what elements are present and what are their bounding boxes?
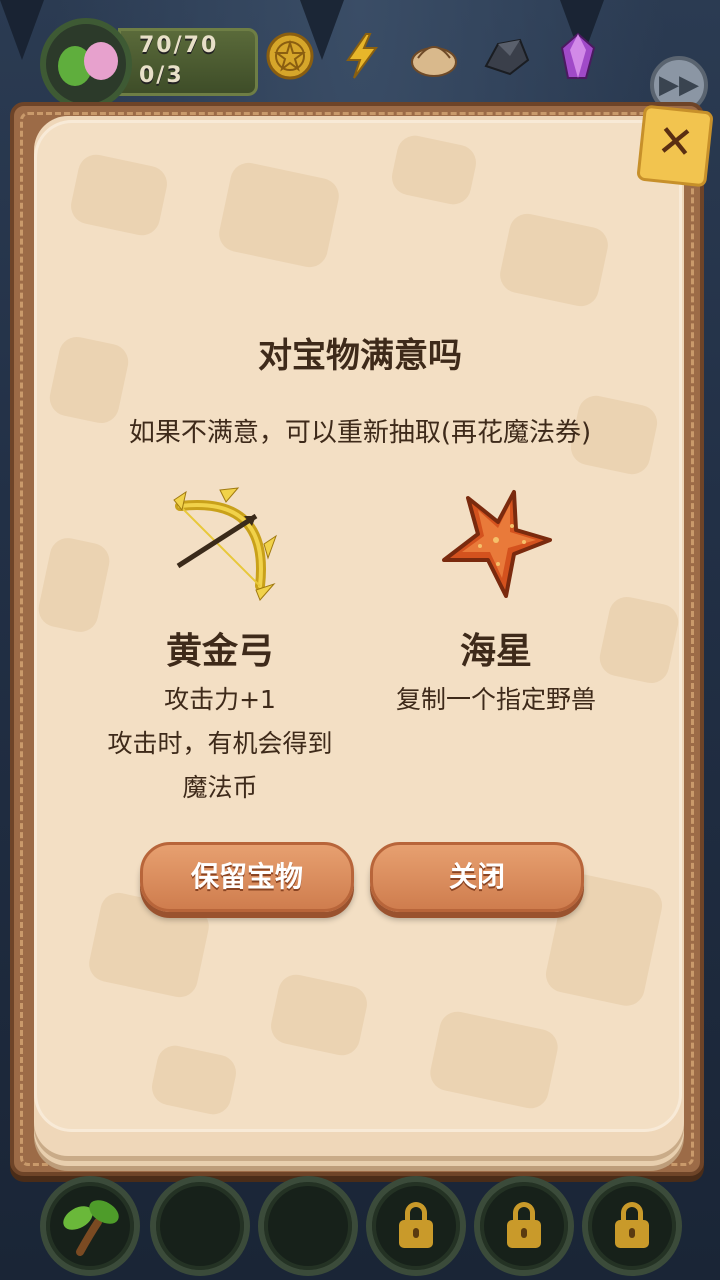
item-description: 复制一个指定野兽 (346, 678, 646, 722)
item-desc-line: 复制一个指定野兽 (395, 685, 596, 714)
hp-counter: 70/70 (139, 33, 219, 58)
pink-creature-icon (84, 42, 118, 80)
golden-bow-icon (173, 487, 277, 601)
avatar[interactable] (40, 18, 132, 110)
close-button[interactable]: 关闭 (370, 842, 584, 912)
inventory-slot-locked[interactable] (582, 1176, 682, 1276)
treasure-item-starfish: 海星 复制一个指定野兽 (346, 486, 646, 722)
crystal-icon[interactable] (552, 30, 604, 82)
item-description: 攻击力+1 攻击时，有机会得到 魔法币 (70, 678, 370, 810)
item-desc-line: 攻击时，有机会得到 (107, 729, 333, 758)
tree-silhouette (0, 0, 44, 60)
sprout-icon (63, 1200, 119, 1256)
inventory-slot-locked[interactable] (474, 1176, 574, 1276)
inventory-slot-sprout[interactable] (40, 1176, 140, 1276)
modal-subtitle: 如果不满意，可以重新抽取(再花魔法券) (128, 418, 592, 448)
stats-panel: 70/70 0/3 (118, 28, 258, 96)
progress-counter: 0/3 (139, 63, 184, 88)
inventory-slot-empty[interactable] (258, 1176, 358, 1276)
close-icon: ✕ (654, 115, 697, 170)
item-name: 海星 (459, 631, 532, 672)
item-name: 黄金弓 (165, 631, 274, 672)
close-modal-button[interactable]: ✕ (636, 104, 714, 188)
inventory-slot-locked[interactable] (366, 1176, 466, 1276)
keep-treasure-button[interactable]: 保留宝物 (140, 842, 354, 912)
ore-icon[interactable] (480, 30, 532, 82)
pentacle-coin-icon[interactable] (264, 30, 316, 82)
treasure-item-bow: 黄金弓 攻击力+1 攻击时，有机会得到 魔法币 (70, 486, 370, 810)
item-desc-line: 魔法币 (182, 773, 258, 802)
inventory-slot-empty[interactable] (150, 1176, 250, 1276)
dumpling-icon[interactable] (408, 30, 460, 82)
modal-title: 对宝物满意吗 (258, 336, 462, 376)
starfish-icon (442, 490, 552, 598)
item-desc-line: 攻击力+1 (164, 685, 276, 714)
lightning-icon[interactable] (336, 30, 388, 82)
